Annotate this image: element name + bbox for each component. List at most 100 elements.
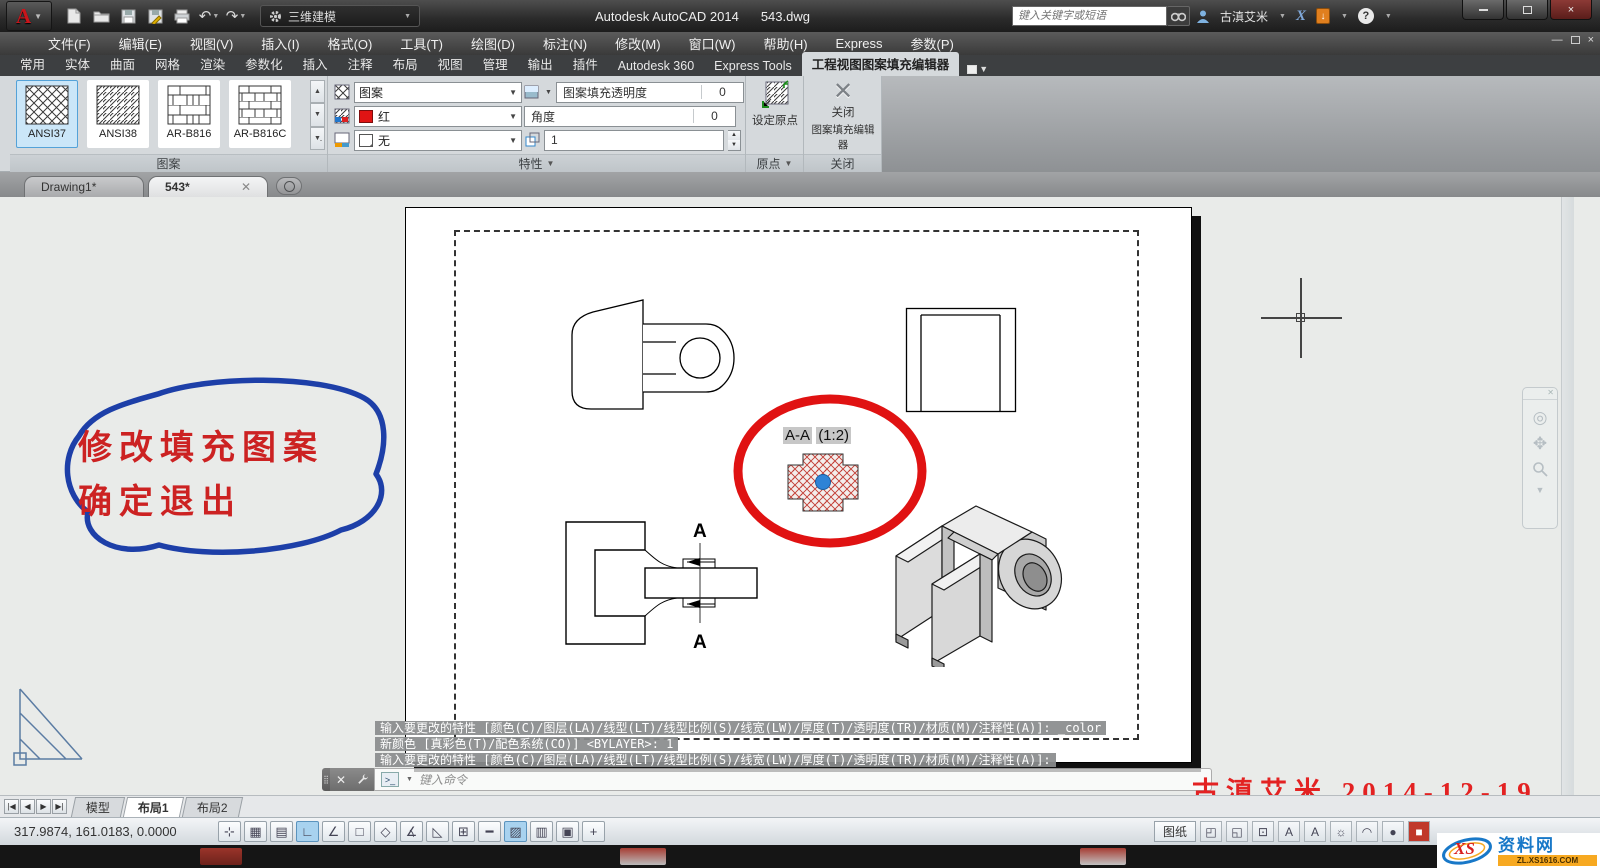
close-tab-icon[interactable]: ✕: [241, 180, 251, 194]
command-input[interactable]: >_ ▼ 键入命令: [374, 768, 1212, 791]
hatch-type-dropdown[interactable]: 图案 ▼: [354, 82, 522, 103]
close-hatch-editor-button[interactable]: ✕ 关闭 图案填充编辑器: [808, 82, 878, 152]
steering-wheel-icon[interactable]: ◎: [1533, 409, 1548, 426]
new-file-button[interactable]: [64, 6, 84, 26]
zoom-icon[interactable]: [1532, 461, 1548, 480]
ribbon-tab[interactable]: 常用: [10, 52, 55, 76]
ribbon-tab[interactable]: 网格: [145, 52, 190, 76]
object-snap-tracking-toggle[interactable]: ∡: [400, 821, 423, 842]
ribbon-tab[interactable]: 布局: [383, 52, 428, 76]
quick-view-drawings-icon[interactable]: ◱: [1226, 821, 1248, 842]
ribbon-tab[interactable]: 曲面: [100, 52, 145, 76]
doc-close-icon[interactable]: ×: [1588, 34, 1594, 46]
download-apps-icon[interactable]: ↓: [1316, 8, 1330, 24]
file-tab-drawing1[interactable]: Drawing1*: [24, 176, 144, 197]
close-button[interactable]: ×: [1550, 0, 1592, 20]
doc-minimize-icon[interactable]: —: [1552, 34, 1563, 46]
drawing-canvas[interactable]: A-A (1:2) A A: [0, 197, 1600, 795]
save-as-button[interactable]: [145, 6, 165, 26]
toolbar-lock-icon[interactable]: ◠: [1356, 821, 1378, 842]
transparency-field[interactable]: 图案填充透明度 0: [556, 82, 744, 103]
annotation-monitor-toggle[interactable]: +: [582, 821, 605, 842]
ribbon-tab[interactable]: 输出: [518, 52, 563, 76]
infer-constraints-toggle[interactable]: ⊹: [218, 821, 241, 842]
ribbon-tab[interactable]: 实体: [55, 52, 100, 76]
taskbar-thumbnail[interactable]: [1080, 848, 1126, 865]
search-button[interactable]: [1167, 6, 1190, 26]
status-app-icon[interactable]: ■: [1408, 821, 1430, 842]
prev-layout-button[interactable]: ◀: [20, 799, 35, 814]
new-drawing-button[interactable]: [276, 177, 302, 195]
menu-item[interactable]: 修改(M): [601, 32, 675, 55]
3d-object-snap-toggle[interactable]: ◇: [374, 821, 397, 842]
ortho-toggle[interactable]: ∟: [296, 821, 319, 842]
ribbon-tab[interactable]: 参数化: [235, 52, 293, 76]
ribbon-tab[interactable]: 插件: [563, 52, 608, 76]
swatch-ansi37[interactable]: ANSI37: [16, 80, 78, 148]
vertical-scrollbar[interactable]: [1561, 197, 1574, 795]
workspace-switch-icon[interactable]: ☼: [1330, 821, 1352, 842]
ribbon-tab[interactable]: Autodesk 360: [608, 57, 704, 76]
lineweight-toggle[interactable]: ━: [478, 821, 501, 842]
ribbon-display-toggle[interactable]: ▼: [967, 64, 988, 74]
ribbon-tab[interactable]: 视图: [428, 52, 473, 76]
ribbon-tab[interactable]: 管理: [473, 52, 518, 76]
gallery-expand-button[interactable]: ▼̱: [310, 127, 325, 150]
background-color-dropdown[interactable]: 无 ▼: [354, 130, 522, 151]
exchange-apps-icon[interactable]: X: [1296, 8, 1306, 25]
snap-toggle[interactable]: ▦: [244, 821, 267, 842]
help-icon[interactable]: ?: [1358, 8, 1374, 24]
menu-item[interactable]: 窗口(W): [675, 32, 750, 55]
angle-field[interactable]: 角度 0: [524, 106, 736, 127]
signed-in-user[interactable]: 古滇艾米: [1220, 8, 1268, 25]
swatch-ansi38[interactable]: ANSI38: [87, 80, 149, 148]
minimize-button[interactable]: [1462, 0, 1504, 20]
ribbon-tab[interactable]: Express Tools: [704, 57, 802, 76]
hatch-color-dropdown[interactable]: 红 ▼: [354, 106, 522, 127]
taskbar-thumbnail[interactable]: [200, 848, 242, 865]
app-menu-button[interactable]: A ▼: [6, 1, 52, 31]
gallery-down-button[interactable]: ▼: [310, 103, 325, 126]
paper-model-toggle[interactable]: 图纸: [1154, 821, 1196, 842]
grid-toggle[interactable]: ▤: [270, 821, 293, 842]
swatch-ar-b816c[interactable]: AR-B816C: [229, 80, 291, 148]
clean-screen-icon[interactable]: ●: [1382, 821, 1404, 842]
ribbon-tab[interactable]: 注释: [338, 52, 383, 76]
command-bar-close-icon[interactable]: ✕: [330, 768, 352, 791]
ribbon-tab[interactable]: 渲染: [190, 52, 235, 76]
user-icon[interactable]: [1196, 9, 1210, 24]
save-button[interactable]: [118, 6, 138, 26]
layout-tab-layout1[interactable]: 布局1: [123, 797, 184, 817]
search-input[interactable]: [1012, 6, 1167, 26]
open-file-button[interactable]: [91, 6, 111, 26]
annotation-visibility-icon[interactable]: A: [1278, 821, 1300, 842]
gallery-up-button[interactable]: ▲: [310, 80, 325, 103]
command-bar-handle[interactable]: ⣿: [322, 768, 330, 791]
ribbon-tab[interactable]: 插入: [293, 52, 338, 76]
navbar-more-icon[interactable]: ▼: [1536, 486, 1545, 495]
restore-button[interactable]: [1506, 0, 1548, 20]
polar-tracking-toggle[interactable]: ∠: [322, 821, 345, 842]
scale-spinner[interactable]: ▲▼: [728, 130, 741, 151]
plot-button[interactable]: [172, 6, 192, 26]
dynamic-ucs-toggle[interactable]: ◺: [426, 821, 449, 842]
quick-view-layouts-icon[interactable]: ◰: [1200, 821, 1222, 842]
file-tab-543[interactable]: 543* ✕: [148, 176, 268, 197]
selection-cycling-toggle[interactable]: ▣: [556, 821, 579, 842]
next-layout-button[interactable]: ▶: [36, 799, 51, 814]
layout-tab-layout2[interactable]: 布局2: [182, 797, 243, 817]
dynamic-input-toggle[interactable]: ⊞: [452, 821, 475, 842]
navbar-close-icon[interactable]: ✕: [1523, 388, 1557, 400]
doc-restore-icon[interactable]: [1571, 36, 1580, 44]
viewport-maximize-icon[interactable]: ⊡: [1252, 821, 1274, 842]
transparency-toggle[interactable]: ▨: [504, 821, 527, 842]
undo-button[interactable]: ↶▼: [199, 6, 219, 26]
set-origin-button[interactable]: 设定原点: [751, 80, 799, 128]
taskbar-thumbnail[interactable]: [620, 848, 666, 865]
quick-properties-toggle[interactable]: ▥: [530, 821, 553, 842]
last-layout-button[interactable]: ▶|: [52, 799, 67, 814]
first-layout-button[interactable]: |◀: [4, 799, 19, 814]
object-snap-toggle[interactable]: □: [348, 821, 371, 842]
workspace-switcher[interactable]: 三维建模 ▼: [260, 5, 420, 27]
ribbon-tab[interactable]: 工程视图图案填充编辑器: [802, 52, 960, 76]
